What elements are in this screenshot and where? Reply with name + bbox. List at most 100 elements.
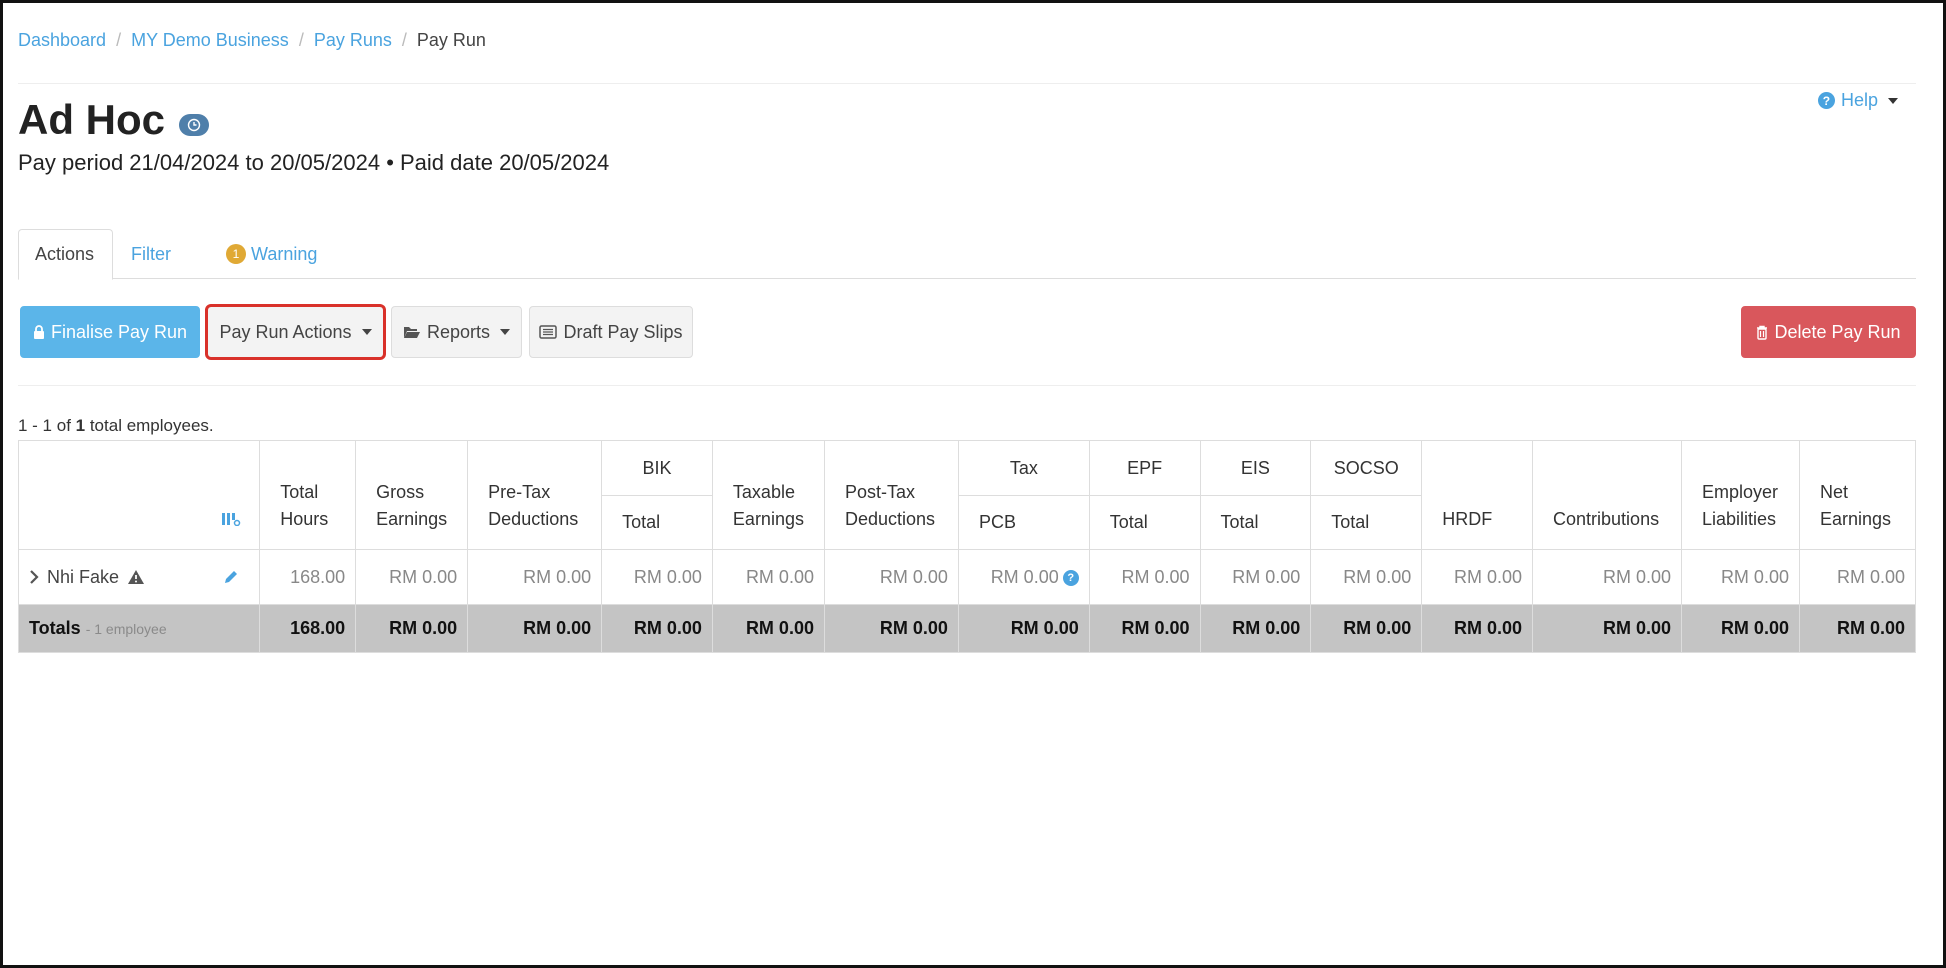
header-contributions[interactable]: Contributions (1532, 440, 1682, 550)
cell-hrdf: RM 0.00 (1421, 549, 1534, 605)
caret-down-icon (500, 329, 511, 335)
header-employer-liabilities[interactable]: Employer Liabilities (1680, 440, 1800, 550)
header-group-epf: EPF (1088, 440, 1201, 496)
header-gross-earnings[interactable]: Gross Earnings (355, 440, 469, 550)
total-contributions: RM 0.00 (1532, 604, 1682, 653)
count-suffix: total employees. (85, 416, 214, 435)
help-label: Help (1840, 90, 1878, 110)
clock-icon (179, 114, 209, 136)
cell-pcb: RM 0.00? (957, 549, 1090, 605)
pencil-icon[interactable] (223, 569, 239, 585)
total-post-tax: RM 0.00 (823, 604, 959, 653)
header-text: Hours (280, 509, 329, 529)
trash-icon (1757, 325, 1768, 340)
cell-post-tax: RM 0.00 (823, 549, 959, 605)
header-tax-pcb[interactable]: PCB (957, 495, 1090, 550)
employee-name[interactable]: Nhi Fake (47, 567, 119, 588)
header-text: Gross (376, 482, 425, 502)
header-group-tax: Tax (957, 440, 1090, 496)
question-circle-icon[interactable]: ? (1062, 569, 1079, 586)
header-group-eis: EIS (1199, 440, 1312, 496)
finalise-label: Finalise Pay Run (50, 321, 188, 342)
help-dropdown[interactable]: ? Help (1817, 90, 1898, 111)
chevron-right-icon[interactable] (29, 569, 39, 585)
lock-icon (33, 325, 44, 339)
cell-bik-total: RM 0.00 (601, 549, 713, 605)
total-bik: RM 0.00 (601, 604, 713, 653)
header-net-earnings[interactable]: Net Earnings (1798, 440, 1917, 550)
header-text: Deductions (844, 509, 936, 529)
totals-label-cell: Totals - 1 employee (17, 604, 261, 653)
breadcrumb-divider (18, 83, 1916, 84)
folder-open-icon (403, 327, 420, 338)
tab-warning[interactable]: 1 Warning (210, 229, 333, 279)
caret-down-icon (1888, 97, 1898, 104)
header-taxable-earnings[interactable]: Taxable Earnings (711, 440, 825, 550)
tab-filter-label: Filter (131, 243, 171, 264)
cell-epf: RM 0.00 (1088, 549, 1201, 605)
delete-label: Delete Pay Run (1774, 321, 1901, 342)
header-text: Liabilities (1701, 509, 1777, 529)
warning-count-badge: 1 (226, 244, 246, 264)
employee-count: 1 - 1 of 1 total employees. (18, 416, 214, 436)
table-row: Nhi Fake 168.00 RM 0.00 RM 0.00 RM 0.00 … (17, 549, 1917, 605)
reports-button[interactable]: Reports (391, 306, 522, 358)
finalise-pay-run-button[interactable]: Finalise Pay Run (20, 306, 200, 358)
cell-taxable: RM 0.00 (711, 549, 825, 605)
question-circle-icon: ? (1817, 92, 1835, 109)
breadcrumb-separator: / (116, 30, 122, 50)
count-prefix: 1 - 1 of (18, 416, 76, 435)
breadcrumb-pay-runs[interactable]: Pay Runs (314, 30, 392, 51)
pay-run-table: Total Hours Gross Earnings Pre-Tax Deductio… (17, 440, 1917, 653)
header-post-tax-deductions[interactable]: Post-Tax Deductions (823, 440, 959, 550)
tab-filter[interactable]: Filter (115, 229, 187, 279)
cell-gross-earnings: RM 0.00 (355, 549, 469, 605)
header-group-socso: SOCSO (1310, 440, 1423, 496)
breadcrumb: Dashboard / MY Demo Business / Pay Runs … (18, 30, 486, 51)
cell-eis: RM 0.00 (1199, 549, 1312, 605)
header-group-bik: BIK (601, 440, 713, 496)
breadcrumb-dashboard[interactable]: Dashboard (18, 30, 106, 51)
cell-total-hours: 168.00 (259, 549, 357, 605)
columns-settings-icon[interactable] (221, 512, 241, 527)
total-pre-tax: RM 0.00 (467, 604, 603, 653)
header-text: Total (280, 482, 319, 502)
header-total-hours[interactable]: Total Hours (259, 440, 357, 550)
header-text: Earnings (732, 509, 804, 529)
total-employer-liabilities: RM 0.00 (1680, 604, 1800, 653)
header-socso-total[interactable]: Total (1310, 495, 1423, 550)
draft-pay-slips-label: Draft Pay Slips (563, 321, 683, 342)
breadcrumb-business[interactable]: MY Demo Business (131, 30, 289, 51)
total-eis: RM 0.00 (1199, 604, 1312, 653)
totals-sublabel: - 1 employee (85, 621, 167, 637)
total-net-earnings: RM 0.00 (1798, 604, 1917, 653)
pay-run-actions-label: Pay Run Actions (219, 321, 352, 342)
total-hrdf: RM 0.00 (1421, 604, 1534, 653)
warning-triangle-icon (128, 570, 145, 584)
header-text: Taxable (732, 482, 795, 502)
header-text: Net (1819, 482, 1848, 502)
total-pcb: RM 0.00 (957, 604, 1090, 653)
cell-employer-liabilities: RM 0.00 (1680, 549, 1800, 605)
total-socso: RM 0.00 (1310, 604, 1423, 653)
pcb-value: RM 0.00 (990, 566, 1059, 587)
delete-pay-run-button[interactable]: Delete Pay Run (1741, 306, 1916, 358)
header-text: Earnings (376, 509, 448, 529)
header-text: Deductions (488, 509, 579, 529)
header-hrdf[interactable]: HRDF (1421, 440, 1534, 550)
header-eis-total[interactable]: Total (1199, 495, 1312, 550)
list-icon (539, 325, 558, 339)
cell-socso: RM 0.00 (1310, 549, 1423, 605)
total-hours: 168.00 (259, 604, 357, 653)
cell-net-earnings: RM 0.00 (1798, 549, 1917, 605)
draft-pay-slips-button[interactable]: Draft Pay Slips (529, 306, 693, 358)
reports-label: Reports (426, 321, 491, 342)
header-text: Pre-Tax (488, 482, 551, 502)
header-epf-total[interactable]: Total (1088, 495, 1201, 550)
pay-run-actions-button[interactable]: Pay Run Actions (205, 304, 386, 360)
caret-down-icon (361, 329, 372, 335)
header-pre-tax-deductions[interactable]: Pre-Tax Deductions (467, 440, 603, 550)
tab-actions[interactable]: Actions (18, 229, 113, 280)
header-text: Employer (1701, 482, 1779, 502)
header-bik-total[interactable]: Total (601, 495, 713, 550)
